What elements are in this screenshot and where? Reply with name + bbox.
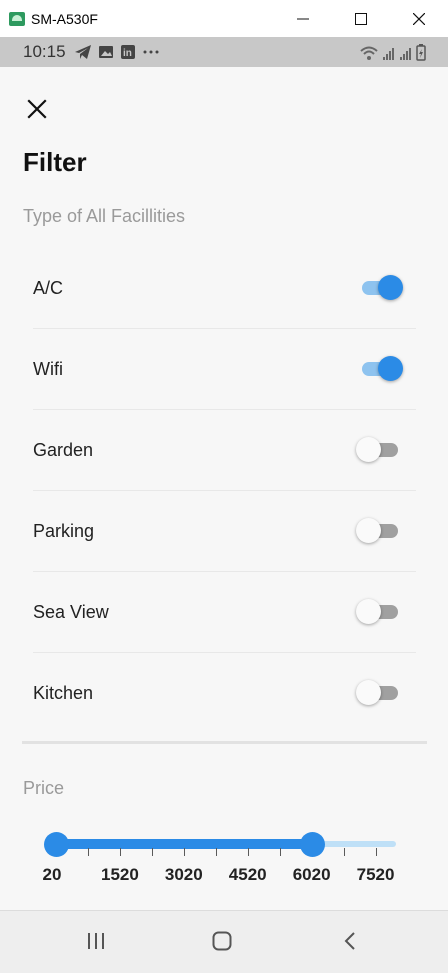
- maximize-button[interactable]: [332, 0, 390, 37]
- telegram-icon: [74, 45, 91, 59]
- slider-tick: [375, 848, 377, 856]
- facility-row-sea-view: Sea View: [33, 572, 416, 653]
- price-range-slider[interactable]: [44, 832, 396, 857]
- facility-row-parking: Parking: [33, 491, 416, 572]
- price-tick-label: 1520: [100, 865, 139, 884]
- slider-tick: [119, 848, 121, 856]
- more-icon: [143, 50, 159, 54]
- back-icon[interactable]: [340, 931, 360, 951]
- kitchen-toggle[interactable]: [356, 678, 404, 708]
- facility-row-kitchen: Kitchen: [33, 653, 416, 733]
- parking-toggle[interactable]: [356, 516, 404, 546]
- page-title: Filter: [23, 147, 87, 177]
- linkedin-icon: in: [120, 45, 135, 59]
- wifi-toggle[interactable]: [356, 354, 404, 384]
- svg-text:in: in: [123, 48, 132, 59]
- price-max-thumb[interactable]: [299, 832, 325, 857]
- facility-label: Parking: [33, 520, 95, 541]
- window-titlebar: SM-A530F: [0, 0, 448, 37]
- price-tick-label: 3020: [164, 865, 203, 884]
- window-title: SM-A530F: [31, 10, 98, 27]
- minimize-icon: [297, 18, 309, 19]
- close-button[interactable]: [26, 98, 48, 120]
- price-tick-label: 4520: [228, 865, 267, 884]
- price-tick-label: 20: [42, 865, 62, 884]
- android-app-icon: [9, 11, 25, 26]
- facility-label: Wifi: [33, 358, 63, 379]
- price-min-thumb[interactable]: [44, 832, 69, 857]
- facility-row-wifi: Wifi: [33, 329, 416, 410]
- gallery-icon: [98, 46, 113, 58]
- slider-tick: [183, 848, 185, 856]
- signal-icon: [383, 48, 394, 60]
- minimize-button[interactable]: [274, 0, 332, 37]
- slider-tick: [87, 848, 89, 856]
- slider-tick: [279, 848, 281, 856]
- ac-toggle[interactable]: [356, 273, 404, 303]
- signal-icon: [400, 48, 411, 60]
- facility-label: A/C: [33, 277, 64, 298]
- price-tick-label: 7520: [356, 865, 395, 884]
- battery-icon: [416, 44, 426, 61]
- window-close-icon: [413, 12, 425, 25]
- price-section-label: Price: [23, 778, 65, 798]
- sea-view-toggle[interactable]: [356, 597, 404, 627]
- facilities-list: A/C Wifi Garden Parking Sea View Kitchen: [33, 248, 416, 733]
- status-time: 10:15: [23, 42, 66, 61]
- status-bar: 10:15 in: [0, 37, 448, 67]
- slider-tick: [215, 848, 217, 856]
- window-close-button[interactable]: [390, 0, 448, 37]
- slider-tick: [247, 848, 249, 856]
- facilities-section-label: Type of All Facillities: [23, 206, 186, 226]
- slider-tick: [151, 848, 153, 856]
- wifi-icon: [360, 46, 378, 60]
- maximize-icon: [355, 12, 367, 25]
- facility-row-ac: A/C: [33, 248, 416, 329]
- close-icon: [27, 99, 47, 119]
- garden-toggle[interactable]: [356, 435, 404, 465]
- price-tick-label: 6020: [292, 865, 331, 884]
- navigation-bar: [0, 910, 448, 973]
- home-icon[interactable]: [212, 931, 232, 951]
- facility-label: Garden: [33, 439, 94, 460]
- facility-row-garden: Garden: [33, 410, 416, 491]
- recent-apps-icon[interactable]: [86, 931, 106, 951]
- facility-label: Kitchen: [33, 682, 94, 703]
- facility-label: Sea View: [33, 601, 109, 622]
- slider-tick: [343, 848, 345, 856]
- section-divider: [22, 741, 427, 744]
